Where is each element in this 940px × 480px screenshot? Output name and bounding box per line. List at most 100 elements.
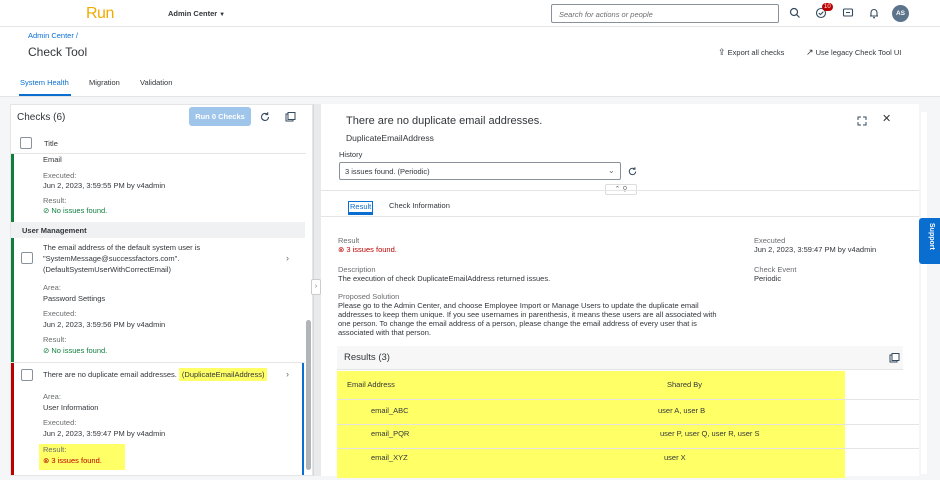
bell-icon[interactable] bbox=[867, 6, 881, 20]
shell-bar: Run Admin Center ▼ Search for actions or … bbox=[0, 0, 940, 27]
email-cell: email_XYZ bbox=[371, 453, 408, 462]
success-check-icon: ⊘ bbox=[43, 206, 50, 215]
refresh-icon[interactable] bbox=[259, 111, 271, 123]
tab-bar: System Health Migration Validation bbox=[0, 70, 940, 97]
legacy-ui-button[interactable]: ↗ Use legacy Check Tool UI bbox=[806, 47, 901, 58]
fullscreen-icon[interactable] bbox=[856, 115, 868, 127]
result-value: 3 issues found. bbox=[51, 456, 102, 465]
support-label: Support bbox=[928, 223, 935, 250]
header-divider bbox=[321, 190, 919, 191]
chevron-right-icon[interactable]: › bbox=[286, 369, 289, 379]
result-status: ⊗ 3 issues found. bbox=[43, 456, 102, 466]
row-checkbox[interactable] bbox=[21, 252, 33, 264]
shared-by-cell: user A, user B bbox=[658, 406, 706, 415]
description-value: The execution of check DuplicateEmailAdd… bbox=[338, 274, 551, 283]
executed-value: Jun 2, 2023, 3:59:47 PM by v4admin bbox=[43, 429, 166, 438]
run-checks-button[interactable]: Run 0 Checks bbox=[189, 107, 251, 126]
results-header: Results (3) bbox=[337, 346, 903, 370]
area-value: User Information bbox=[43, 403, 99, 412]
company-logo[interactable]: Run bbox=[86, 5, 114, 23]
select-all-checkbox[interactable] bbox=[20, 137, 32, 149]
error-x-icon: ⊗ bbox=[43, 456, 50, 465]
chevron-down-icon: ⌄ bbox=[608, 166, 615, 175]
search-placeholder: Search for actions or people bbox=[559, 10, 653, 19]
history-value: 3 issues found. (Periodic) bbox=[345, 167, 430, 176]
export-table-icon[interactable] bbox=[284, 111, 296, 123]
check-event-value: Periodic bbox=[754, 274, 782, 283]
shell-menu-button[interactable]: Admin Center ▼ bbox=[168, 9, 225, 18]
tab-check-information[interactable]: Check Information bbox=[389, 201, 450, 211]
checks-column-header: Title bbox=[11, 132, 306, 154]
check-title-line-3[interactable]: (DefaultSystemUserWithCorrectEmail) bbox=[43, 265, 171, 275]
chevron-down-icon: ▼ bbox=[219, 12, 226, 18]
email-cell: email_ABC bbox=[371, 406, 409, 415]
close-icon[interactable]: ✕ bbox=[882, 114, 891, 125]
row-divider bbox=[337, 448, 919, 449]
shell-menu-label: Admin Center bbox=[168, 9, 218, 18]
tab-divider bbox=[321, 216, 919, 217]
row-divider bbox=[337, 424, 919, 425]
active-tab-indicator bbox=[19, 94, 71, 96]
check-title[interactable]: There are no duplicate email addresses. … bbox=[43, 368, 268, 381]
email-cell: email_PQR bbox=[371, 429, 410, 438]
executed-label: Executed: bbox=[43, 309, 77, 318]
checks-title: Checks (6) bbox=[17, 112, 66, 123]
history-select[interactable]: 3 issues found. (Periodic) ⌄ bbox=[339, 162, 621, 180]
tab-migration[interactable]: Migration bbox=[89, 78, 120, 87]
shared-by-cell: user X bbox=[664, 453, 686, 462]
export-all-checks-button[interactable]: ⇪ Export all checks bbox=[718, 47, 784, 58]
splitter-handle[interactable]: › bbox=[311, 279, 321, 295]
support-button[interactable]: Support bbox=[919, 218, 940, 264]
detail-scrollbar[interactable] bbox=[921, 112, 927, 474]
breadcrumb[interactable]: Admin Center / bbox=[28, 31, 78, 40]
area-label: Area: bbox=[43, 283, 61, 292]
result-value: No issues found. bbox=[51, 206, 108, 215]
result-value: No issues found. bbox=[51, 346, 108, 355]
refresh-icon[interactable] bbox=[627, 166, 638, 177]
row-divider bbox=[337, 399, 919, 400]
page-header: Admin Center / Check Tool ⇪ Export all c… bbox=[0, 27, 940, 70]
check-title-line-2[interactable]: "SystemMessage@successfactors.com". bbox=[43, 254, 179, 264]
history-label: History bbox=[339, 150, 363, 159]
executed-label: Executed: bbox=[43, 418, 77, 427]
notification-count-badge: 10 bbox=[822, 3, 833, 11]
export-label: Export all checks bbox=[727, 48, 785, 57]
row-divider bbox=[11, 362, 306, 363]
status-bar-success bbox=[11, 154, 14, 222]
success-check-icon: ⊘ bbox=[43, 346, 50, 355]
executed-value: Jun 2, 2023, 3:59:55 PM by v4admin bbox=[43, 181, 166, 190]
check-code: (DuplicateEmailAddress) bbox=[178, 368, 268, 381]
legacy-label: Use legacy Check Tool UI bbox=[815, 48, 902, 57]
check-title-text: There are no duplicate email addresses. bbox=[43, 370, 177, 379]
check-title-line-1[interactable]: The email address of the default system … bbox=[43, 243, 200, 253]
column-title: Title bbox=[44, 139, 58, 148]
area-value: Password Settings bbox=[43, 294, 106, 303]
chevron-right-icon[interactable]: › bbox=[286, 253, 289, 263]
result-status: ⊗ 3 issues found. bbox=[338, 245, 397, 255]
result-status: ⊘ No issues found. bbox=[43, 346, 107, 356]
scrollbar-thumb[interactable] bbox=[306, 320, 311, 470]
tab-system-health[interactable]: System Health bbox=[20, 78, 69, 87]
avatar[interactable]: AS bbox=[892, 5, 909, 22]
row-checkbox[interactable] bbox=[21, 369, 33, 381]
chat-icon[interactable] bbox=[841, 6, 855, 20]
selected-row-indicator bbox=[302, 363, 304, 475]
shared-by-cell: user P, user Q, user R, user S bbox=[660, 429, 760, 438]
results-title: Results (3) bbox=[344, 352, 390, 363]
export-icon: ⇪ bbox=[718, 47, 726, 57]
group-header-user-management: User Management bbox=[11, 222, 306, 238]
active-tab-indicator bbox=[348, 213, 373, 215]
check-title[interactable]: Email bbox=[43, 155, 62, 165]
checks-header: Checks (6) Run 0 Checks bbox=[11, 105, 312, 131]
column-email-address: Email Address bbox=[347, 380, 395, 389]
tab-validation[interactable]: Validation bbox=[140, 78, 172, 87]
tab-result[interactable]: Result bbox=[348, 201, 374, 213]
search-input[interactable]: Search for actions or people bbox=[551, 4, 779, 23]
result-status: ⊘ No issues found. bbox=[43, 206, 107, 216]
area-label: Area: bbox=[43, 392, 61, 401]
executed-value: Jun 2, 2023, 3:59:56 PM by v4admin bbox=[43, 320, 166, 329]
detail-subtitle: DuplicateEmailAddress bbox=[346, 133, 434, 143]
search-icon[interactable] bbox=[788, 6, 802, 20]
solution-line: associated with that person. bbox=[338, 328, 431, 337]
export-table-icon[interactable] bbox=[888, 352, 900, 364]
